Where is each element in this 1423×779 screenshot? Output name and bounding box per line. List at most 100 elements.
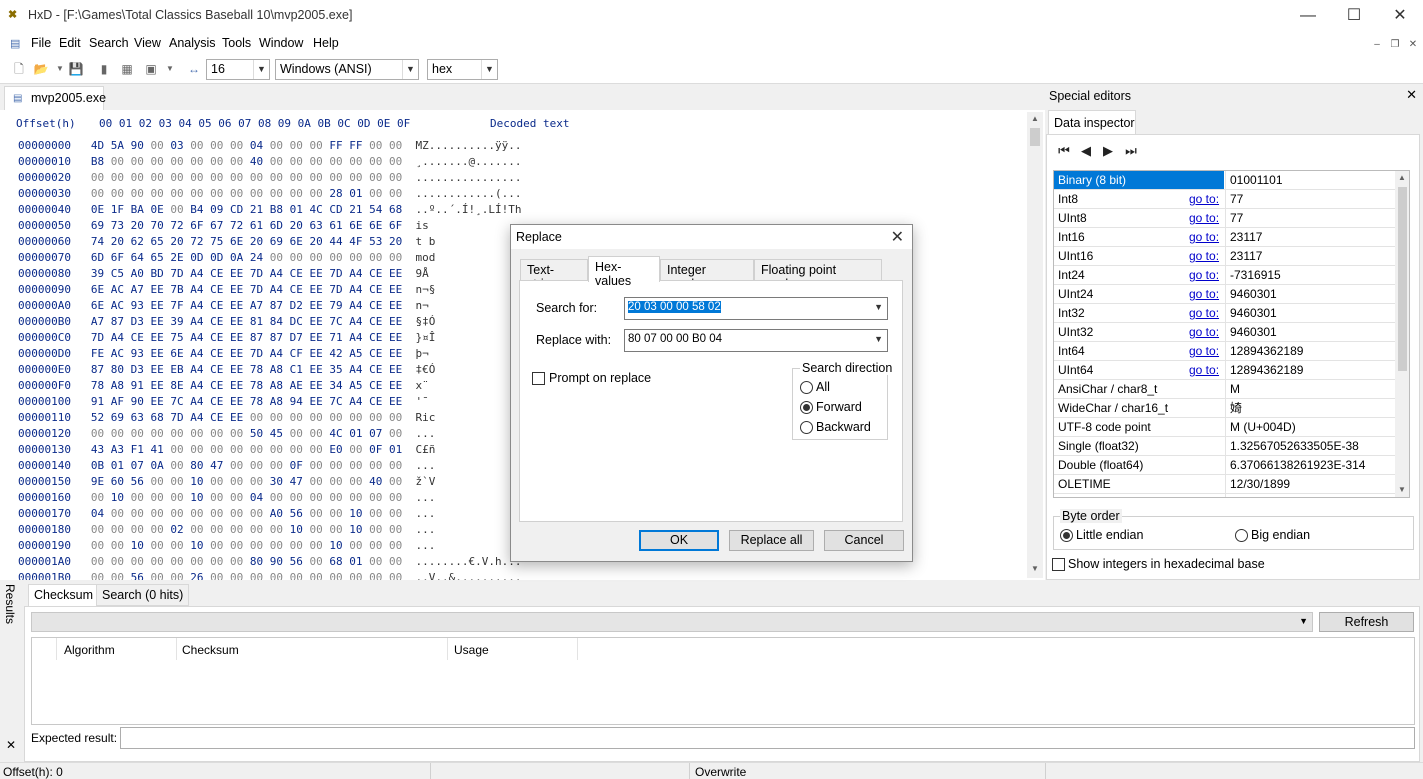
inspector-value[interactable]: 77 [1225, 209, 1395, 227]
inspector-scrollbar[interactable]: ▲ ▼ [1395, 171, 1409, 497]
results-close-icon[interactable]: ✕ [6, 738, 16, 752]
ram-dropdown-icon[interactable]: ▼ [162, 61, 178, 77]
hex-byte[interactable]: BA [131, 203, 144, 216]
hex-byte[interactable]: 6E [369, 219, 382, 232]
hex-byte[interactable]: 00 [190, 427, 203, 440]
hex-byte[interactable]: EE [150, 331, 163, 344]
hex-byte[interactable]: 00 [329, 155, 342, 168]
inspector-row[interactable]: UInt64 go to: 12894362189 [1054, 361, 1395, 380]
maximize-button[interactable]: ☐ [1331, 0, 1377, 31]
hex-byte[interactable]: 35 [329, 363, 342, 376]
hex-byte[interactable]: CE [290, 283, 303, 296]
hex-byte[interactable]: 00 [111, 155, 124, 168]
hex-byte[interactable]: 00 [369, 155, 382, 168]
hex-byte[interactable]: B4 [190, 203, 203, 216]
inspector-value[interactable]: 12894362189 [1225, 361, 1395, 379]
hex-byte[interactable]: 00 [369, 459, 382, 472]
hex-byte[interactable]: A4 [190, 395, 203, 408]
hex-byte[interactable]: 4F [349, 235, 362, 248]
hex-byte[interactable]: A8 [270, 395, 283, 408]
hex-byte[interactable]: D3 [131, 363, 144, 376]
hex-byte[interactable]: 00 [210, 507, 223, 520]
hex-byte[interactable]: CE [290, 267, 303, 280]
hex-byte[interactable]: CE [210, 379, 223, 392]
hex-byte[interactable]: 6D [270, 219, 283, 232]
hex-byte[interactable]: 00 [349, 443, 362, 456]
hex-byte[interactable]: 00 [389, 187, 402, 200]
hex-byte[interactable]: 74 [91, 235, 104, 248]
hex-byte[interactable]: 61 [250, 219, 263, 232]
inspector-value[interactable]: 23117 [1225, 247, 1395, 265]
hex-byte[interactable]: 00 [210, 427, 223, 440]
hex-byte[interactable]: 4C [329, 427, 342, 440]
hex-byte[interactable]: 91 [131, 379, 144, 392]
goto-link[interactable]: go to: [1189, 209, 1219, 227]
hex-byte[interactable]: 00 [170, 203, 183, 216]
inspector-value[interactable]: 1.32567052633505E-38 [1225, 437, 1395, 455]
hex-byte[interactable]: 68 [329, 555, 342, 568]
row-decoded-text[interactable]: ............(... [415, 187, 521, 200]
special-editors-close-icon[interactable]: ✕ [1406, 87, 1417, 103]
hex-byte[interactable]: CE [210, 411, 223, 424]
hex-byte[interactable]: 00 [210, 443, 223, 456]
hex-byte[interactable]: 34 [329, 379, 342, 392]
hex-byte[interactable]: 00 [309, 155, 322, 168]
hex-byte[interactable]: EB [170, 363, 183, 376]
hex-byte[interactable]: EE [150, 299, 163, 312]
inspector-row[interactable]: Single (float32) 1.32567052633505E-38 [1054, 437, 1395, 456]
hex-byte[interactable]: 00 [210, 139, 223, 152]
hex-byte[interactable]: EE [309, 283, 322, 296]
hex-byte[interactable]: 00 [170, 507, 183, 520]
hex-byte[interactable]: 00 [170, 571, 183, 580]
hex-byte[interactable]: CE [210, 347, 223, 360]
hex-byte[interactable]: 90 [270, 555, 283, 568]
hex-byte[interactable]: A8 [270, 379, 283, 392]
row-decoded-text[interactable]: ¸.......@....... [415, 155, 521, 168]
hex-byte[interactable]: 7D [250, 347, 263, 360]
hex-byte[interactable]: 00 [91, 491, 104, 504]
hex-row[interactable]: 000000A0 6E AC 93 EE 7F A4 CE EE A7 87 D… [18, 298, 429, 314]
hex-byte[interactable]: 00 [349, 475, 362, 488]
hex-byte[interactable]: EE [309, 299, 322, 312]
hex-base-checkbox[interactable] [1052, 558, 1065, 571]
hex-byte[interactable]: 65 [150, 235, 163, 248]
hex-byte[interactable]: 1F [111, 203, 124, 216]
hex-byte[interactable]: 00 [389, 139, 402, 152]
hex-byte[interactable]: 10 [329, 539, 342, 552]
hex-byte[interactable]: 0D [190, 251, 203, 264]
hex-byte[interactable]: D7 [290, 331, 303, 344]
hex-byte[interactable]: EE [389, 379, 402, 392]
hex-byte[interactable]: EE [309, 331, 322, 344]
hex-byte[interactable]: 00 [250, 171, 263, 184]
hex-byte[interactable]: A4 [349, 315, 362, 328]
hex-row[interactable]: 000000E0 87 80 D3 EE EB A4 CE EE 78 A8 C… [18, 362, 435, 378]
hex-byte[interactable]: 00 [389, 427, 402, 440]
tab-integer-number[interactable]: Integer number [660, 259, 754, 291]
hex-byte[interactable]: 9E [91, 475, 104, 488]
hex-byte[interactable]: 00 [369, 139, 382, 152]
hex-byte[interactable]: 53 [369, 235, 382, 248]
hex-row[interactable]: 00000010 B8 00 00 00 00 00 00 00 40 00 0… [18, 154, 521, 170]
hex-byte[interactable]: FF [349, 139, 362, 152]
hex-byte[interactable]: 00 [230, 187, 243, 200]
hex-byte[interactable]: 00 [131, 171, 144, 184]
menu-file[interactable]: File [31, 36, 51, 50]
hex-byte[interactable]: 00 [389, 523, 402, 536]
hex-byte[interactable]: EE [150, 347, 163, 360]
row-decoded-text[interactable]: }¤Î [415, 331, 435, 344]
hex-byte[interactable]: EE [150, 363, 163, 376]
hex-byte[interactable]: 10 [190, 475, 203, 488]
row-decoded-text[interactable]: '¯ [415, 395, 428, 408]
hex-byte[interactable]: 54 [369, 203, 382, 216]
hex-byte[interactable]: 00 [230, 171, 243, 184]
hex-byte[interactable]: 00 [91, 571, 104, 580]
row-decoded-text[interactable]: x¨ [415, 379, 428, 392]
hex-byte[interactable]: 00 [309, 443, 322, 456]
hex-byte[interactable]: D3 [131, 315, 144, 328]
hex-byte[interactable]: 0B [91, 459, 104, 472]
hex-row[interactable]: 00000180 00 00 00 00 02 00 00 00 00 00 1… [18, 522, 435, 538]
hex-byte[interactable]: 4C [309, 203, 322, 216]
hex-byte[interactable]: 00 [349, 571, 362, 580]
hex-byte[interactable]: AC [111, 299, 124, 312]
hex-byte[interactable]: 30 [270, 475, 283, 488]
